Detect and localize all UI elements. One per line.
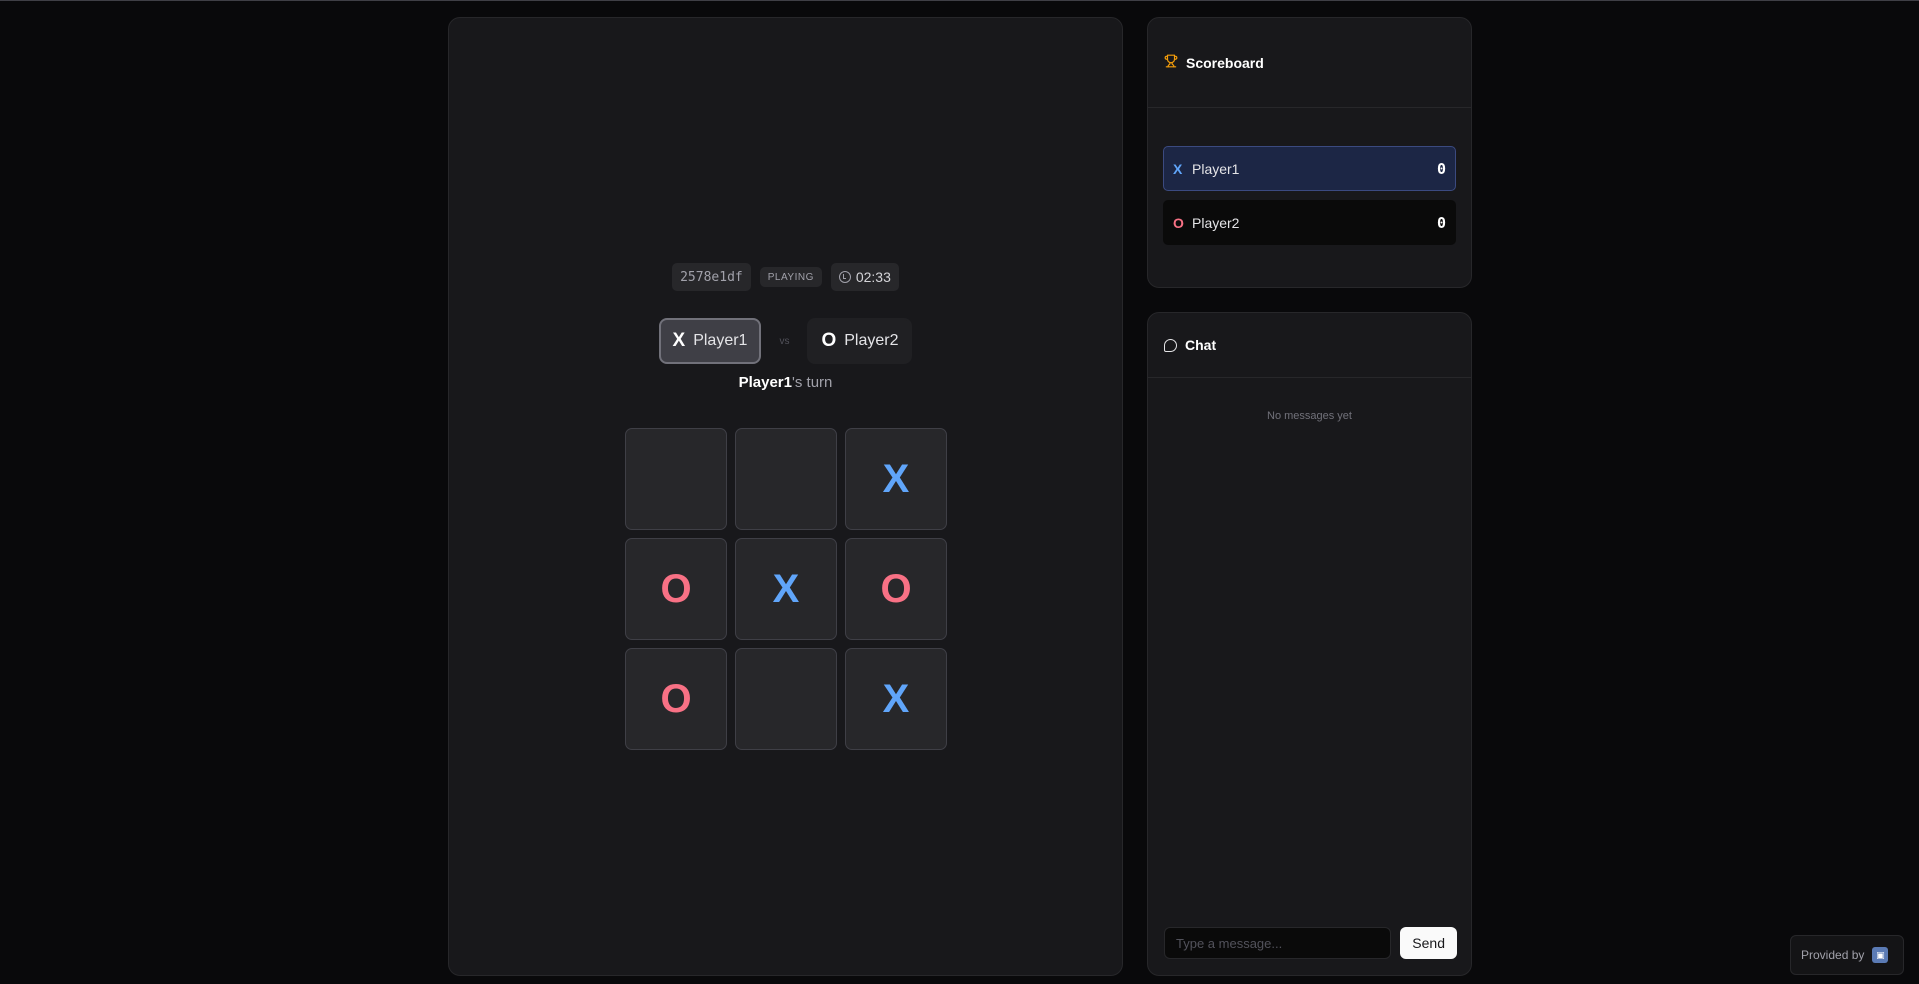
room-code[interactable]: 2578e1df [672, 263, 751, 291]
x-mark-icon: X [1173, 160, 1183, 177]
chat-message-input[interactable] [1164, 927, 1392, 959]
chat-input-row: Send [1164, 927, 1457, 959]
player-x-chip: X Player1 [658, 318, 762, 364]
chat-empty-state: No messages yet [1267, 410, 1352, 422]
player-o-chip: O Player2 [807, 318, 913, 364]
scoreboard-title: Scoreboard [1186, 54, 1264, 71]
player-x-name: Player1 [693, 332, 748, 349]
chat-bubble-icon [1164, 338, 1177, 352]
chat-title: Chat [1185, 337, 1217, 353]
timer-value: 02:33 [855, 269, 891, 285]
game-timer: 02:33 [830, 263, 899, 291]
x-mark-icon: X [672, 330, 686, 351]
game-board: XOXOOX [625, 428, 947, 750]
send-button[interactable]: Send [1400, 927, 1457, 959]
game-panel: 2578e1df PLAYING 02:33 X Player1 vs O Pl… [448, 17, 1123, 976]
score-list: X Player1 0 O Player2 0 [1148, 108, 1471, 245]
board-cell-0[interactable] [625, 428, 727, 530]
score-player-name: Player2 [1192, 214, 1240, 231]
trophy-icon [1164, 54, 1178, 71]
board-cell-5[interactable]: O [845, 538, 947, 640]
provided-by-label: Provided by [1801, 948, 1865, 962]
scoreboard-header: Scoreboard [1148, 18, 1471, 108]
board-cell-1[interactable] [735, 428, 837, 530]
vs-label: vs [779, 335, 790, 347]
player-o-name: Player2 [844, 332, 899, 349]
o-mark-icon: O [821, 330, 837, 351]
status-badge: PLAYING [759, 267, 822, 287]
board-cell-8[interactable]: X [845, 648, 947, 750]
turn-indicator: Player1's turn [449, 374, 1122, 391]
o-mark-icon: O [1173, 214, 1184, 231]
chat-header: Chat [1148, 313, 1471, 378]
turn-suffix: 's turn [792, 374, 833, 391]
score-value: 0 [1436, 213, 1446, 232]
provider-logo-icon: ▣ [1872, 947, 1889, 963]
score-player-name: Player1 [1192, 160, 1240, 177]
board-cell-6[interactable]: O [625, 648, 727, 750]
board-cell-7[interactable] [735, 648, 837, 750]
score-row-player1: X Player1 0 [1163, 146, 1456, 191]
board-cell-4[interactable]: X [735, 538, 837, 640]
players-row: X Player1 vs O Player2 [449, 318, 1122, 364]
score-value: 0 [1436, 159, 1446, 178]
scoreboard-panel: Scoreboard X Player1 0 O Player2 0 [1147, 17, 1472, 288]
window-top-border [0, 0, 1919, 1]
chat-panel: Chat No messages yet Send [1147, 312, 1472, 976]
score-row-player2: O Player2 0 [1163, 200, 1456, 245]
turn-player: Player1 [738, 374, 792, 391]
board-cell-2[interactable]: X [845, 428, 947, 530]
provided-by-badge[interactable]: Provided by ▣ [1790, 935, 1904, 975]
game-meta-row: 2578e1df PLAYING 02:33 [449, 263, 1122, 291]
clock-icon [838, 271, 851, 283]
board-cell-3[interactable]: O [625, 538, 727, 640]
